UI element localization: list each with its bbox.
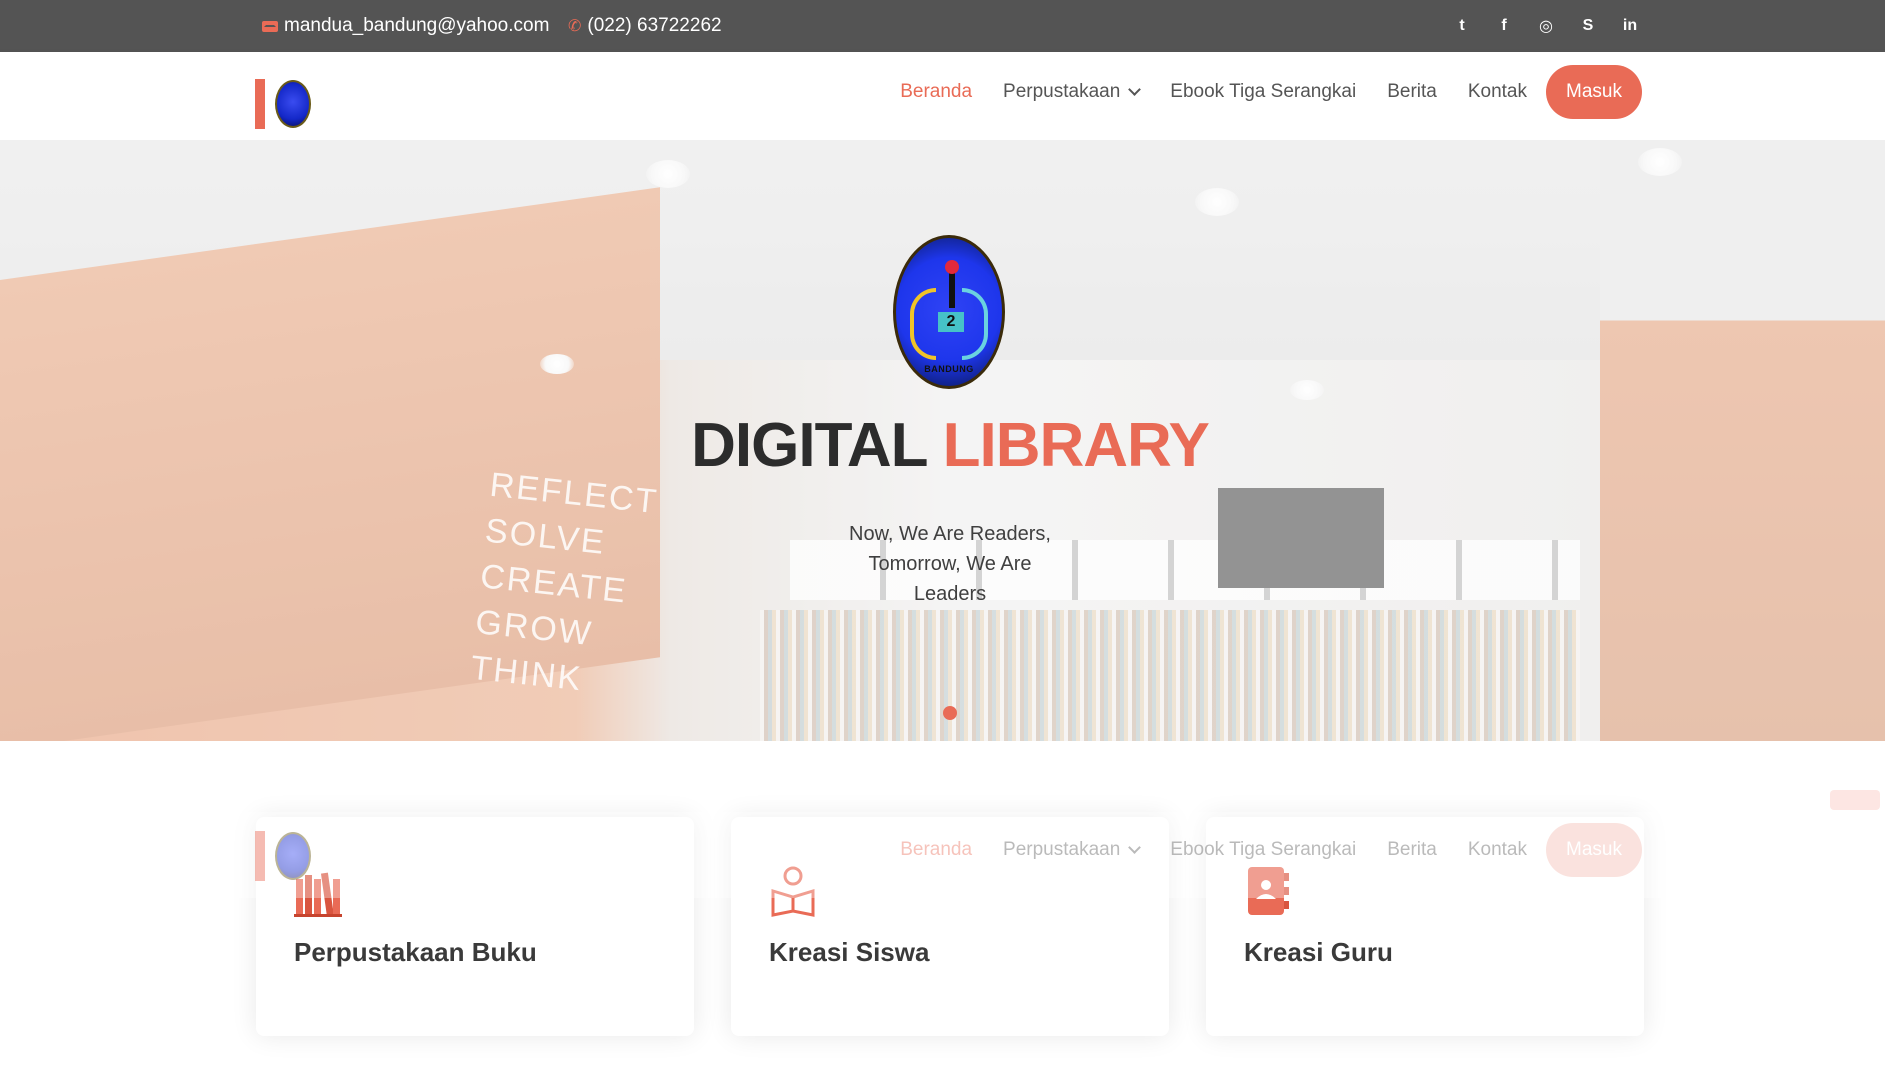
crest-city: BANDUNG xyxy=(924,364,974,374)
back-to-top-hint[interactable] xyxy=(1830,790,1880,810)
nav-item-ebook[interactable]: Ebook Tiga Serangkai xyxy=(1170,81,1356,103)
social-links: t f ◎ S in xyxy=(1450,0,1642,52)
instagram-icon[interactable]: ◎ xyxy=(1534,14,1558,38)
main-nav: Beranda Perpustakaan Ebook Tiga Serangka… xyxy=(869,64,1642,120)
nav-item-perpustakaan[interactable]: Perpustakaan xyxy=(1003,81,1142,103)
wreath-left xyxy=(910,288,936,360)
email-text: mandua_bandung@yahoo.com xyxy=(284,15,550,36)
card-title: Perpustakaan Buku xyxy=(294,937,537,967)
phone-contact[interactable]: ✆ (022) 63722262 xyxy=(568,0,722,52)
hero-tagline: Now, We Are Readers, Tomorrow, We Are Le… xyxy=(849,523,1051,605)
school-crest-logo xyxy=(275,80,311,128)
feature-card-kreasi-guru[interactable]: Kreasi Guru xyxy=(1206,817,1644,1036)
nav-item-berita[interactable]: Berita xyxy=(1387,81,1437,103)
hero-title: DIGITAL LIBRARY xyxy=(0,410,1885,481)
card-title: Kreasi Guru xyxy=(1244,937,1393,967)
torch-icon xyxy=(945,260,959,308)
linkedin-icon[interactable]: in xyxy=(1618,14,1642,38)
phone-icon: ✆ xyxy=(568,18,582,35)
email-contact[interactable]: mandua_bandung@yahoo.com xyxy=(262,0,549,52)
school-crest: 2 BANDUNG xyxy=(893,235,1005,389)
phone-text: (022) 63722262 xyxy=(587,15,722,36)
feature-card-perpustakaan[interactable]: Perpustakaan Buku xyxy=(256,817,694,1036)
teacher-book-icon xyxy=(1248,867,1289,915)
nav-item-beranda[interactable]: Beranda xyxy=(900,81,972,103)
slider-dot[interactable] xyxy=(943,706,957,720)
hero-slider: REFLECT SOLVE CREATE GROW THINK 2 BANDUN… xyxy=(0,140,1885,741)
hero-title-accent: LIBRARY xyxy=(942,411,1210,480)
nav-item-kontak[interactable]: Kontak xyxy=(1468,81,1527,103)
facebook-icon[interactable]: f xyxy=(1492,14,1516,38)
top-contact-bar: mandua_bandung@yahoo.com ✆ (022) 6372226… xyxy=(0,0,1885,52)
card-title: Kreasi Siswa xyxy=(769,937,930,967)
mail-icon xyxy=(262,20,278,32)
skype-icon[interactable]: S xyxy=(1576,14,1600,38)
books-icon xyxy=(294,872,342,917)
main-header: Beranda Perpustakaan Ebook Tiga Serangka… xyxy=(0,52,1885,140)
login-button[interactable]: Masuk xyxy=(1546,65,1642,119)
hero-title-main: DIGITAL xyxy=(691,411,927,480)
logo-accent-bar xyxy=(255,79,265,129)
feature-card-kreasi-siswa[interactable]: Kreasi Siswa xyxy=(731,817,1169,1036)
reading-student-icon xyxy=(771,866,815,917)
twitter-icon[interactable]: t xyxy=(1450,14,1474,38)
nav-item-label: Perpustakaan xyxy=(1003,81,1121,102)
crest-number: 2 xyxy=(938,312,964,332)
site-logo[interactable] xyxy=(255,78,311,130)
chevron-down-icon xyxy=(1128,83,1142,96)
wreath-right xyxy=(962,288,988,360)
